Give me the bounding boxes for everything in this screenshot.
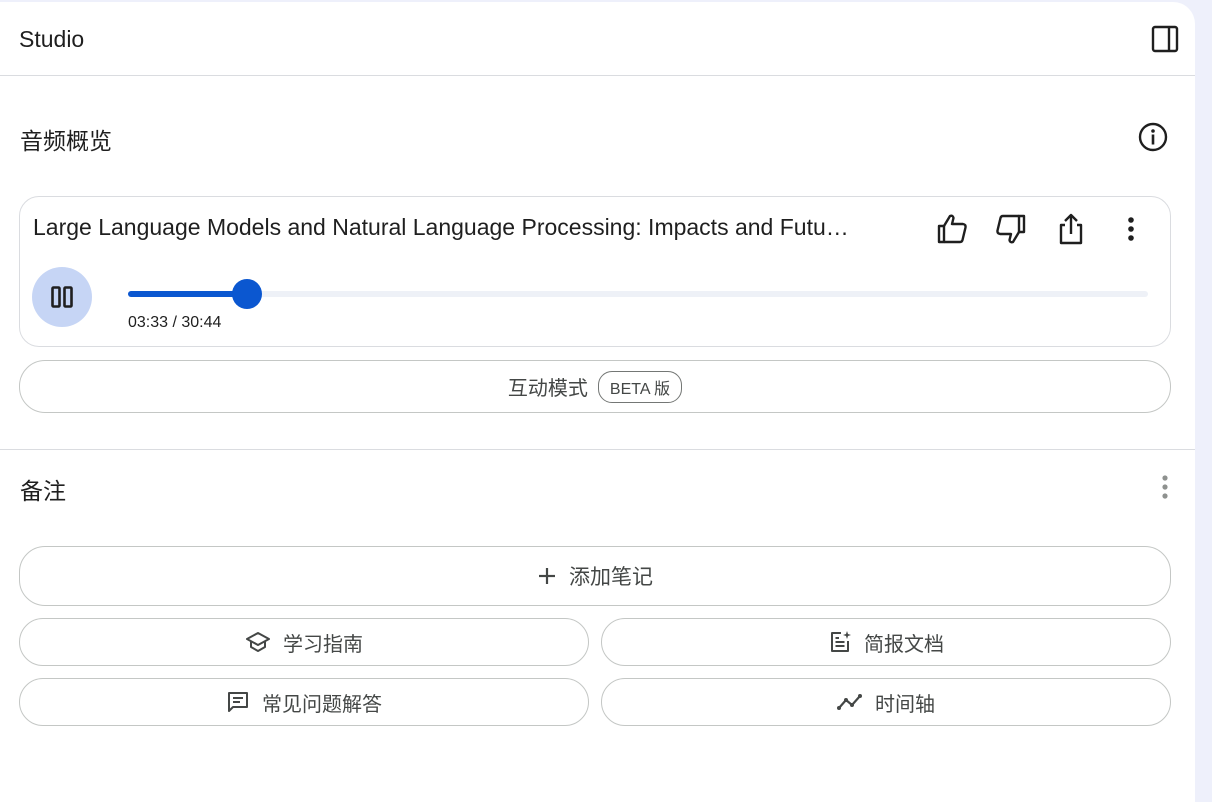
- briefing-doc-button[interactable]: 简报文档: [601, 618, 1171, 666]
- pause-button[interactable]: [32, 267, 92, 327]
- progress-fill: [128, 291, 246, 297]
- briefing-doc-label: 简报文档: [864, 633, 944, 656]
- info-icon[interactable]: [1134, 118, 1172, 156]
- playback-time: 03:33 / 30:44: [128, 314, 222, 331]
- interactive-mode-button[interactable]: 互动模式 BETA 版: [19, 360, 1171, 413]
- study-guide-button[interactable]: 学习指南: [19, 618, 589, 666]
- faq-button[interactable]: 常见问题解答: [19, 678, 589, 726]
- share-icon[interactable]: [1051, 209, 1091, 249]
- audio-player-card: Large Language Models and Natural Langua…: [19, 196, 1171, 347]
- add-note-button[interactable]: 添加笔记: [19, 546, 1171, 606]
- progress-slider[interactable]: [128, 279, 1148, 309]
- timeline-button[interactable]: 时间轴: [601, 678, 1171, 726]
- studio-panel: Studio 音频概览 Large Language Models and Na…: [0, 2, 1195, 802]
- thumb-down-icon[interactable]: [991, 209, 1031, 249]
- plus-icon: [537, 566, 557, 586]
- dock-to-right-icon[interactable]: [1148, 22, 1182, 56]
- add-note-label: 添加笔记: [569, 566, 653, 589]
- pause-icon: [51, 286, 73, 308]
- page-title: Studio: [19, 26, 85, 52]
- interactive-mode-label: 互动模式: [507, 378, 588, 400]
- faq-icon: [226, 690, 250, 714]
- more-vert-icon[interactable]: [1111, 209, 1151, 249]
- progress-thumb[interactable]: [231, 279, 262, 309]
- timeline-icon: [837, 692, 863, 712]
- notes-title: 备注: [20, 478, 66, 504]
- beta-badge: BETA 版: [597, 370, 683, 403]
- episode-title: Large Language Models and Natural Langua…: [33, 214, 849, 240]
- faq-label: 常见问题解答: [262, 693, 382, 716]
- thumb-up-icon[interactable]: [932, 209, 972, 249]
- timeline-label: 时间轴: [875, 693, 935, 716]
- section-divider: [0, 449, 1195, 450]
- school-icon: [245, 631, 271, 653]
- study-guide-label: 学习指南: [283, 633, 363, 656]
- audio-overview-title: 音频概览: [20, 128, 112, 154]
- notes-more-icon[interactable]: [1150, 472, 1180, 502]
- briefing-doc-icon: [828, 630, 852, 654]
- studio-header: Studio: [0, 2, 1195, 76]
